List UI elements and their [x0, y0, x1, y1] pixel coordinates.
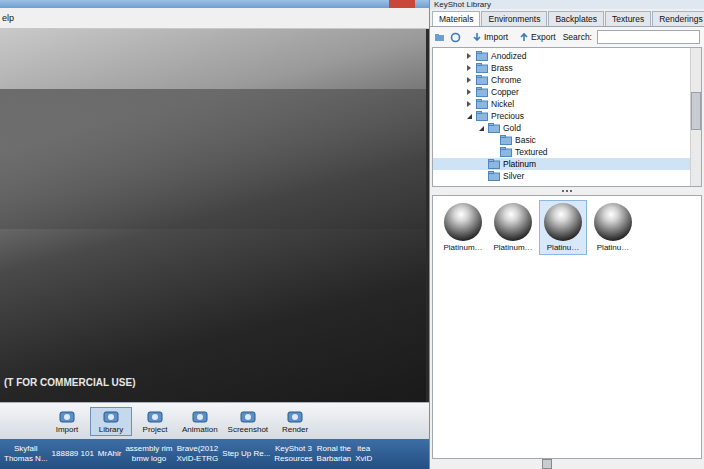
folder-icon [476, 63, 488, 73]
import-arrow-icon [472, 32, 482, 42]
slider-knob[interactable] [542, 459, 552, 469]
folder-icon [500, 147, 512, 157]
folder-add-icon[interactable] [434, 32, 445, 43]
toolbar-button[interactable]: Render [274, 407, 316, 436]
thumbnail-size-slider[interactable] [432, 459, 702, 469]
library-tab[interactable]: Materials [432, 11, 480, 26]
material-sphere-icon [444, 203, 482, 241]
close-button[interactable] [389, 0, 415, 8]
library-window: KeyShot LibraryMaterialsEnvironmentsBack… [429, 0, 704, 469]
tool-icon [102, 409, 120, 425]
scroll-thumb[interactable] [691, 92, 701, 130]
tree-item[interactable]: Brass [433, 62, 690, 74]
material-thumbnail[interactable]: Platinu… [539, 200, 587, 255]
screen: elp(T FOR COMMERCIAL USE)ImportLibraryPr… [0, 0, 704, 469]
library-tabs: MaterialsEnvironmentsBackplatesTexturesR… [430, 9, 704, 27]
title-bar [0, 0, 429, 8]
folder-icon [476, 75, 488, 85]
menu-bar: elp [0, 8, 429, 29]
library-tab[interactable]: Environments [481, 11, 547, 26]
tree-item[interactable]: Platinum [433, 158, 690, 170]
tree-item[interactable]: Nickel [433, 98, 690, 110]
tree-item[interactable]: Chrome [433, 74, 690, 86]
expander-icon[interactable] [479, 161, 485, 167]
toolbar-button[interactable]: Screenshot [224, 407, 272, 436]
keyshot-main-window: elp (T FOR COMMERCIAL USE) ImportLibraryPr… [0, 0, 429, 469]
export-button[interactable]: Export [519, 32, 556, 42]
taskbar-item[interactable]: Step Up Re... [222, 449, 270, 459]
expander-icon[interactable] [467, 89, 471, 95]
taskbar-item[interactable]: assembly rimbmw logo [125, 444, 172, 464]
taskbar-item[interactable]: Ronal theBarbarian [317, 444, 352, 464]
toolbar-button[interactable]: Animation [178, 407, 222, 436]
taskbar-item[interactable]: SkyfallThomas N... [4, 444, 48, 464]
library-title: KeyShot Library [430, 0, 704, 9]
tree-item[interactable]: Precious [433, 110, 690, 122]
expander-icon[interactable] [479, 126, 484, 131]
library-tab[interactable]: Textures [605, 11, 651, 26]
render-viewport[interactable]: (T FOR COMMERCIAL USE) [0, 29, 429, 402]
tree-item[interactable]: Gold [433, 122, 690, 134]
material-tree: AnodizedBrassChromeCopperNickelPreciousG… [432, 47, 702, 187]
tool-icon [286, 409, 304, 425]
expander-icon[interactable] [467, 53, 471, 59]
folder-icon [488, 159, 500, 169]
folder-icon [476, 51, 488, 61]
material-thumbnail[interactable]: Platinu… [589, 200, 637, 255]
expander-icon[interactable] [491, 137, 497, 143]
folder-icon [488, 171, 500, 181]
refresh-icon[interactable] [450, 32, 461, 43]
tree-item[interactable]: Silver [433, 170, 690, 182]
export-arrow-icon [519, 32, 529, 42]
tool-icon [239, 409, 257, 425]
expander-icon[interactable] [467, 65, 471, 71]
material-thumbnail[interactable]: Platinum… [489, 200, 537, 255]
expander-icon[interactable] [467, 101, 471, 107]
expander-icon[interactable] [491, 149, 497, 155]
library-tab[interactable]: Renderings [652, 11, 704, 26]
folder-icon [500, 135, 512, 145]
viewport-watermark: (T FOR COMMERCIAL USE) [4, 377, 426, 388]
folder-icon [476, 99, 488, 109]
expander-icon[interactable] [467, 114, 472, 119]
search-label: Search: [563, 32, 592, 42]
library-tab[interactable]: Backplates [548, 11, 604, 26]
taskbar-item[interactable]: 188889 101 [52, 449, 94, 459]
toolbar-button[interactable]: Import [46, 407, 88, 436]
tree-item[interactable]: Textured [433, 146, 690, 158]
tree-item[interactable]: Copper [433, 86, 690, 98]
taskbar-item[interactable]: iteaXviD [355, 444, 372, 464]
tree-item[interactable]: Anodized [433, 50, 690, 62]
expander-icon[interactable] [467, 77, 471, 83]
tree-scrollbar[interactable] [690, 48, 701, 186]
menu-item[interactable]: elp [2, 13, 14, 23]
toolbar-button[interactable]: Library [90, 407, 132, 436]
folder-icon [476, 87, 488, 97]
tree-item[interactable]: Basic [433, 134, 690, 146]
tree-list: AnodizedBrassChromeCopperNickelPreciousG… [433, 48, 690, 186]
search-field[interactable] [597, 30, 700, 44]
toolbar-button[interactable]: Project [134, 407, 176, 436]
tool-icon [191, 409, 209, 425]
taskbar-item[interactable]: MrAhir [98, 449, 122, 459]
taskbar-item[interactable]: KeyShot 3Resources [274, 444, 312, 464]
material-sphere-icon [494, 203, 532, 241]
expander-icon[interactable] [479, 173, 485, 179]
main-toolbar: ImportLibraryProjectAnimationScreenshotR… [0, 402, 429, 439]
desktop-taskbar: SkyfallThomas N... 188889 101 MrAhirassemb… [0, 439, 429, 469]
splitter[interactable] [430, 187, 704, 195]
material-sphere-icon [594, 203, 632, 241]
library-toolbar: Import Export Search: [430, 27, 704, 47]
render-floor [0, 89, 426, 229]
folder-icon [488, 123, 500, 133]
taskbar-item[interactable]: Brave(2012XviD-ETRG [177, 444, 219, 464]
tool-icon [146, 409, 164, 425]
material-sphere-icon [544, 203, 582, 241]
import-button[interactable]: Import [472, 32, 508, 42]
material-thumbnail[interactable]: Platinum… [439, 200, 487, 255]
tool-icon [58, 409, 76, 425]
thumbnail-grid: Platinum…Platinum…Platinu…Platinu… [432, 195, 702, 459]
folder-icon [476, 111, 488, 121]
